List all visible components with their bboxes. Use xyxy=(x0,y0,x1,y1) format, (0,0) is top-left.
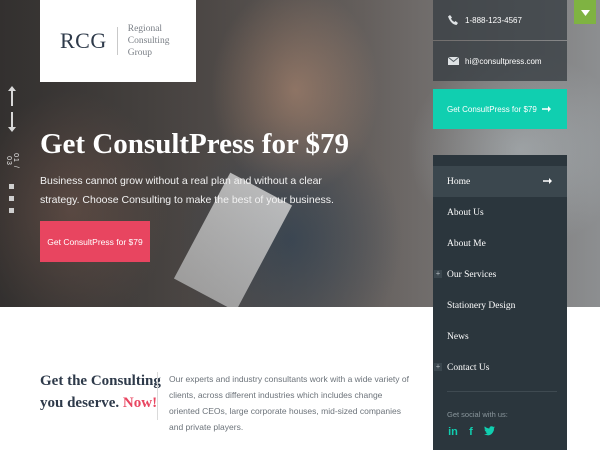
twitter-icon[interactable] xyxy=(483,426,495,438)
sidebar-cta-label: Get ConsultPress for $79 xyxy=(447,104,537,114)
email-row[interactable]: hi@consultpress.com xyxy=(433,41,567,81)
logo-company-line1: Regional Consulting xyxy=(127,24,170,46)
nav-divider xyxy=(447,391,557,392)
logo[interactable]: RCG Regional Consulting Group xyxy=(40,0,196,82)
slide-dot[interactable] xyxy=(9,184,14,189)
nav-item-label: Home xyxy=(447,176,471,187)
slide-dot[interactable] xyxy=(9,208,14,213)
nav-item-label: About Us xyxy=(447,207,484,218)
arrow-right-icon xyxy=(542,105,551,114)
slider-prev-arrow-icon[interactable] xyxy=(8,86,16,106)
sidebar-cta-button[interactable]: Get ConsultPress for $79 xyxy=(433,89,567,129)
social-label: Get social with us: xyxy=(447,410,508,419)
social-links: in f xyxy=(447,426,495,438)
hero-title: Get ConsultPress for $79 xyxy=(40,128,350,160)
corner-tab[interactable] xyxy=(574,0,596,24)
nav-item-label: Contact Us xyxy=(447,362,490,373)
intro-divider xyxy=(157,372,158,420)
sidebar: 1-888-123-4567 hi@consultpress.com Get C… xyxy=(433,0,567,450)
facebook-icon[interactable]: f xyxy=(465,426,477,438)
hero-description: Business cannot grow without a real plan… xyxy=(40,175,334,206)
slider-next-arrow-icon[interactable] xyxy=(8,112,16,132)
chevron-down-icon xyxy=(580,3,590,21)
nav-item-about-me[interactable]: About Me xyxy=(433,228,567,259)
intro-text: Our experts and industry consultants wor… xyxy=(169,374,409,432)
logo-mark: RCG xyxy=(60,27,118,55)
slide-counter: 01 / 03 xyxy=(5,153,19,169)
nav-item-contact-us[interactable]: + Contact Us xyxy=(433,352,567,383)
nav-item-label: About Me xyxy=(447,238,486,249)
nav-item-stationery-design[interactable]: Stationery Design xyxy=(433,290,567,321)
nav-item-about-us[interactable]: About Us xyxy=(433,197,567,228)
linkedin-icon[interactable]: in xyxy=(447,426,459,438)
logo-company-name: Regional Consulting Group xyxy=(118,23,196,59)
intro-heading-accent: Now! xyxy=(122,395,158,411)
main-nav: Home About Us About Me + Our Services St… xyxy=(433,155,567,450)
slide-dot[interactable] xyxy=(9,196,14,201)
plus-icon[interactable]: + xyxy=(434,270,442,278)
envelope-icon xyxy=(447,55,459,67)
phone-number: 1-888-123-4567 xyxy=(465,15,522,25)
slider-controls: 01 / 03 xyxy=(5,86,19,226)
plus-icon[interactable]: + xyxy=(434,363,442,371)
intro-heading: Get the Consulting you deserve. Now! xyxy=(40,370,170,414)
email-address: hi@consultpress.com xyxy=(465,56,542,66)
nav-item-news[interactable]: News xyxy=(433,321,567,352)
phone-icon xyxy=(447,14,459,26)
nav-item-label: Stationery Design xyxy=(447,300,516,311)
logo-company-line2: Group xyxy=(127,48,153,58)
nav-item-our-services[interactable]: + Our Services xyxy=(433,259,567,290)
hero-cta-button[interactable]: Get ConsultPress for $79 xyxy=(40,221,150,262)
phone-row[interactable]: 1-888-123-4567 xyxy=(433,0,567,40)
nav-item-home[interactable]: Home xyxy=(433,166,567,197)
nav-item-label: News xyxy=(447,331,469,342)
nav-item-label: Our Services xyxy=(447,269,497,280)
arrow-right-icon xyxy=(543,177,553,185)
